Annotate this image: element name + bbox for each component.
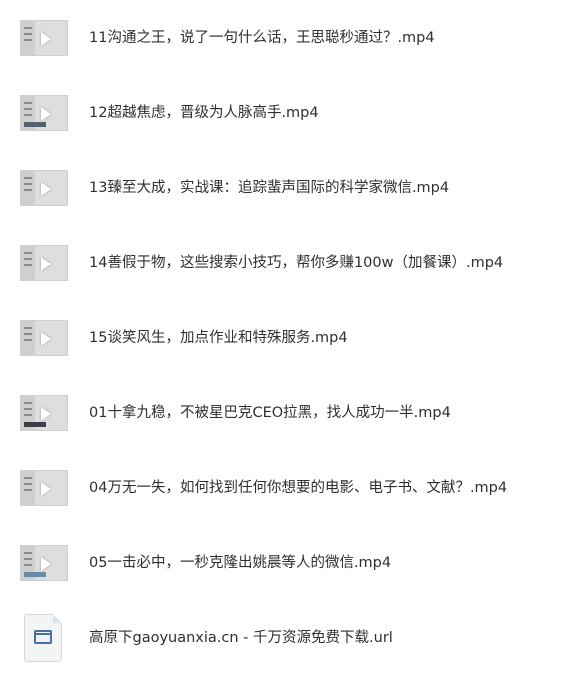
file-item[interactable]: 12超越焦虑，晋级为人脉高手.mp4 <box>0 83 579 143</box>
file-name: 14善假于物，这些搜索小技巧，帮你多赚100w（加餐课）.mp4 <box>89 255 504 271</box>
file-item[interactable]: 高原下gaoyuanxia.cn - 千万资源免费下载.url <box>0 608 579 668</box>
file-item[interactable]: 01十拿九稳，不被星巴克CEO拉黑，找人成功一半.mp4 <box>0 383 579 443</box>
video-thumbnail-icon <box>20 470 68 506</box>
file-item[interactable]: 05一击必中，一秒克隆出姚晨等人的微信.mp4 <box>0 533 579 593</box>
file-name: 01十拿九稳，不被星巴克CEO拉黑，找人成功一半.mp4 <box>89 405 451 421</box>
file-item[interactable]: 15谈笑风生，加点作业和特殊服务.mp4 <box>0 308 579 368</box>
video-thumbnail-icon <box>20 545 68 581</box>
file-item[interactable]: 04万无一失，如何找到任何你想要的电影、电子书、文献？.mp4 <box>0 458 579 518</box>
file-item[interactable]: 11沟通之王，说了一句什么话，王思聪秒通过？.mp4 <box>0 8 579 68</box>
file-name: 04万无一失，如何找到任何你想要的电影、电子书、文献？.mp4 <box>89 480 508 496</box>
video-thumbnail-icon <box>20 20 68 56</box>
video-thumbnail-icon <box>20 245 68 281</box>
file-name: 高原下gaoyuanxia.cn - 千万资源免费下载.url <box>89 630 393 646</box>
video-thumbnail-icon <box>20 395 68 431</box>
url-file-icon <box>24 614 62 662</box>
video-thumbnail-icon <box>20 170 68 206</box>
file-item[interactable]: 13臻至大成，实战课：追踪蜚声国际的科学家微信.mp4 <box>0 158 579 218</box>
file-name: 12超越焦虑，晋级为人脉高手.mp4 <box>89 105 319 121</box>
video-thumbnail-icon <box>20 95 68 131</box>
file-name: 13臻至大成，实战课：追踪蜚声国际的科学家微信.mp4 <box>89 180 450 196</box>
file-name: 15谈笑风生，加点作业和特殊服务.mp4 <box>89 330 348 346</box>
video-thumbnail-icon <box>20 320 68 356</box>
file-name: 11沟通之王，说了一句什么话，王思聪秒通过？.mp4 <box>89 30 435 46</box>
file-list: 11沟通之王，说了一句什么话，王思聪秒通过？.mp4 12超越焦虑，晋级为人脉高… <box>0 0 579 680</box>
file-item[interactable]: 14善假于物，这些搜索小技巧，帮你多赚100w（加餐课）.mp4 <box>0 233 579 293</box>
file-name: 05一击必中，一秒克隆出姚晨等人的微信.mp4 <box>89 555 392 571</box>
